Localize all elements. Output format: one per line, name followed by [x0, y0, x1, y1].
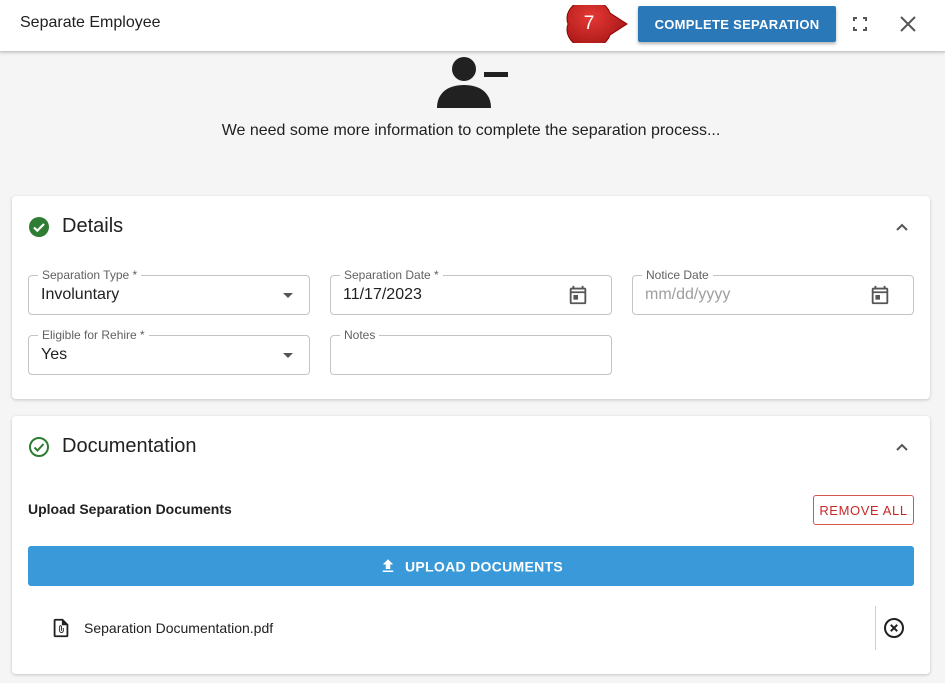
dropdown-arrow-icon	[283, 293, 293, 298]
upload-documents-label: UPLOAD DOCUMENTS	[404, 558, 564, 575]
intro-text: We need some more information to complet…	[221, 122, 721, 139]
remove-all-button[interactable]: REMOVE ALL	[813, 495, 914, 525]
notes-field[interactable]: Notes	[330, 328, 612, 375]
eligible-rehire-label: Eligible for Rehire *	[38, 328, 149, 342]
details-panel: Details Separation Type * Involuntary Se…	[12, 196, 930, 399]
complete-separation-button[interactable]: COMPLETE SEPARATION	[638, 6, 836, 42]
details-title: Details	[62, 215, 124, 237]
upload-icon	[379, 557, 397, 575]
step-badge: 7	[566, 0, 628, 49]
separation-type-select[interactable]: Separation Type * Involuntary	[28, 268, 310, 315]
attachment-icon	[50, 617, 72, 639]
person-remove-icon	[433, 52, 513, 110]
documentation-panel: Documentation Upload Separation Document…	[12, 416, 930, 674]
separation-type-label: Separation Type *	[38, 268, 142, 282]
upload-label: Upload Separation Documents	[28, 501, 232, 517]
fullscreen-icon[interactable]	[848, 12, 872, 36]
documentation-title: Documentation	[62, 435, 197, 457]
separation-type-value: Involuntary	[41, 286, 120, 303]
step-number: 7	[583, 13, 595, 34]
eligible-rehire-value: Yes	[41, 346, 68, 363]
separation-date-field[interactable]: Separation Date * 11/17/2023	[330, 268, 612, 315]
check-circle-icon	[28, 216, 50, 238]
file-list-item: Separation Documentation.pdf	[28, 606, 876, 650]
notes-label: Notes	[340, 328, 380, 342]
file-name: Separation Documentation.pdf	[84, 620, 274, 636]
notice-date-label: Notice Date	[642, 268, 713, 282]
separation-date-label: Separation Date *	[340, 268, 443, 282]
chevron-up-icon[interactable]	[890, 436, 914, 460]
check-circle-outline-icon	[28, 436, 50, 458]
calendar-icon[interactable]	[869, 284, 891, 306]
chevron-up-icon[interactable]	[890, 216, 914, 240]
close-icon[interactable]	[896, 12, 920, 36]
dialog-title: Separate Employee	[20, 14, 161, 31]
separation-date-value: 11/17/2023	[343, 286, 422, 303]
dialog-header: Separate Employee 7 COMPLETE SEPARATION	[0, 0, 945, 52]
notice-date-placeholder: mm/dd/yyyy	[645, 286, 731, 303]
eligible-rehire-select[interactable]: Eligible for Rehire * Yes	[28, 328, 310, 375]
notice-date-field[interactable]: Notice Date mm/dd/yyyy	[632, 268, 914, 315]
upload-documents-button[interactable]: UPLOAD DOCUMENTS	[28, 546, 914, 586]
remove-file-icon[interactable]	[882, 616, 906, 640]
calendar-icon[interactable]	[567, 284, 589, 306]
dropdown-arrow-icon	[283, 353, 293, 358]
